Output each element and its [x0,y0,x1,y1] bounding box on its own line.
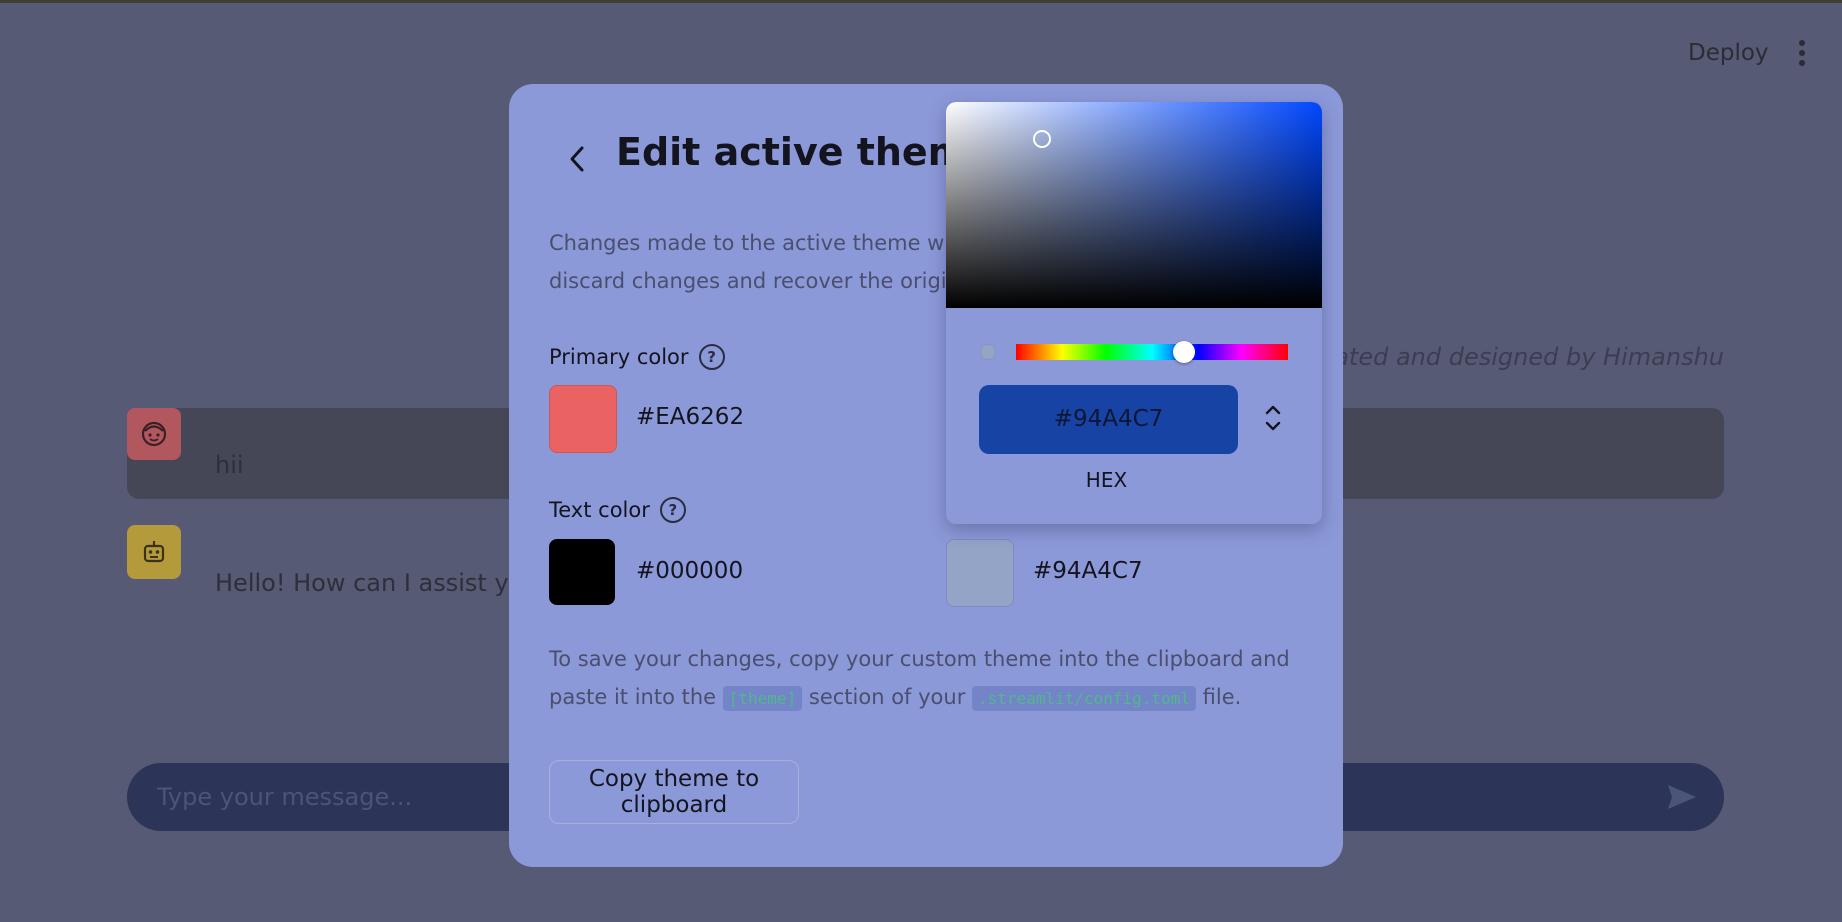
face-icon [127,408,181,460]
text-color-swatch[interactable] [549,539,615,605]
dialog-description: Changes made to the active theme will ex… [549,231,969,293]
hex-input[interactable] [979,385,1238,454]
chat-message-text: hii [215,451,244,479]
question-circle-icon[interactable]: ? [659,497,686,523]
deploy-button[interactable]: Deploy [1688,40,1769,66]
text-color-value: #000000 [636,558,744,584]
color-preview-dot [980,344,996,360]
theme-section-code: [theme] [722,686,803,711]
secondary-background-swatch[interactable] [946,539,1014,607]
hue-handle[interactable] [1173,341,1195,363]
kebab-menu-icon[interactable] [1797,40,1807,68]
question-circle-icon[interactable]: ? [698,344,725,370]
copy-theme-button[interactable]: Copy theme to clipboard [549,760,799,824]
top-border [0,0,1842,3]
chevron-left-icon[interactable] [557,139,597,179]
text-color-label: Text color ? [549,497,686,523]
saturation-area[interactable] [946,102,1322,308]
up-down-chevron-icon[interactable] [1262,400,1284,436]
robot-icon [127,525,181,579]
save-instructions: To save your changes, copy your custom t… [549,647,1290,711]
chat-message-text: Hello! How can I assist you [215,569,509,597]
dialog-title: Edit active theme [616,130,994,174]
primary-color-swatch[interactable] [549,385,617,453]
color-mode-label: HEX [1085,468,1128,492]
send-icon[interactable] [1666,783,1698,815]
primary-color-value: #EA6262 [636,404,745,430]
color-picker-popover: HEX [946,102,1322,524]
secondary-background-value: #94A4C7 [1033,558,1143,584]
hue-slider[interactable] [1016,341,1288,363]
config-path-code: .streamlit/config.toml [972,686,1196,711]
saturation-handle[interactable] [1033,130,1051,148]
credit-text: Created and designed by Himanshu [1292,343,1724,371]
primary-color-label: Primary color ? [549,344,725,370]
